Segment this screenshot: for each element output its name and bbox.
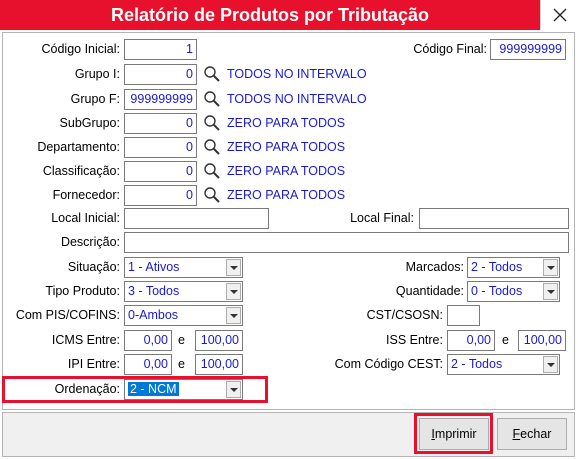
magnifier-icon[interactable] [203, 186, 221, 204]
tipo-produto-value: 3 - Todos [128, 284, 180, 298]
close-icon [553, 8, 566, 22]
grupo-i-label: Grupo I: [74, 67, 120, 81]
subgrupo-input[interactable]: 0 [124, 113, 197, 134]
chevron-down-icon[interactable] [226, 381, 241, 398]
magnifier-icon[interactable] [203, 114, 221, 132]
grupo-i-hint: TODOS NO INTERVALO [227, 67, 367, 81]
magnifier-icon[interactable] [203, 162, 221, 180]
chevron-down-icon[interactable] [543, 259, 558, 276]
grupo-i-input[interactable]: 0 [124, 64, 197, 85]
local-inicial-label: Local Inicial: [51, 211, 120, 225]
codigo-final-input[interactable]: 999999999 [490, 39, 566, 60]
ordenacao-label: Ordenação: [54, 382, 120, 396]
codigo-cest-select[interactable]: 2 - Todos [447, 354, 560, 375]
situacao-select[interactable]: 1 - Ativos [124, 257, 243, 278]
local-final-label: Local Final: [350, 211, 414, 225]
situacao-value: 1 - Ativos [128, 260, 180, 274]
marcados-value: 2 - Todos [471, 260, 523, 274]
marcados-select[interactable]: 2 - Todos [467, 257, 560, 278]
fechar-label: echar [520, 427, 552, 441]
fornecedor-input[interactable]: 0 [124, 185, 197, 206]
imprimir-button[interactable]: Imprimir [419, 418, 489, 450]
pis-cofins-label: Com PIS/COFINS: [15, 308, 120, 322]
pis-cofins-select[interactable]: 0-Ambos [124, 305, 243, 326]
close-button[interactable] [540, 0, 578, 30]
magnifier-icon[interactable] [203, 90, 221, 108]
codigo-cest-label: Com Código CEST: [334, 357, 443, 371]
icms-sep: e [178, 333, 185, 347]
chevron-down-icon[interactable] [543, 356, 558, 373]
fechar-button[interactable]: Fechar [497, 418, 567, 450]
tipo-produto-select[interactable]: 3 - Todos [124, 281, 243, 302]
iss-from-input[interactable]: 0,00 [447, 330, 495, 351]
grupo-f-input[interactable]: 999999999 [124, 89, 197, 110]
fornecedor-hint: ZERO PARA TODOS [227, 188, 346, 202]
button-bar [2, 412, 575, 457]
grupo-f-hint: TODOS NO INTERVALO [227, 92, 367, 106]
codigo-inicial-input[interactable]: 1 [124, 39, 197, 60]
fechar-mnemonic: F [512, 427, 521, 441]
classificacao-input[interactable]: 0 [124, 161, 197, 182]
local-inicial-input[interactable] [124, 208, 269, 229]
codigo-final-label: Código Final: [413, 42, 487, 56]
imprimir-label: mprimir [434, 427, 477, 441]
descricao-label: Descrição: [60, 235, 120, 249]
departamento-label: Departamento: [37, 140, 120, 154]
ipi-to-input[interactable]: 100,00 [195, 354, 243, 375]
grupo-f-label: Grupo F: [70, 92, 120, 106]
magnifier-icon[interactable] [203, 65, 221, 83]
descricao-input[interactable] [124, 232, 569, 253]
subgrupo-label: SubGrupo: [59, 116, 120, 130]
classificacao-hint: ZERO PARA TODOS [227, 164, 346, 178]
chevron-down-icon[interactable] [543, 283, 558, 300]
pis-cofins-value: 0-Ambos [128, 308, 179, 322]
codigo-cest-value: 2 - Todos [451, 357, 503, 371]
subgrupo-hint: ZERO PARA TODOS [227, 116, 346, 130]
chevron-down-icon[interactable] [226, 283, 241, 300]
iss-to-input[interactable]: 100,00 [518, 330, 566, 351]
window-title: Relatório de Produtos por Tributação [0, 0, 540, 30]
quantidade-select[interactable]: 0 - Todos [467, 281, 560, 302]
iss-sep: e [502, 333, 509, 347]
fornecedor-label: Fornecedor: [52, 188, 120, 202]
quantidade-label: Quantidade: [395, 284, 464, 298]
chevron-down-icon[interactable] [226, 307, 241, 324]
marcados-label: Marcados: [405, 260, 464, 274]
ipi-entre-label: IPI Entre: [67, 357, 120, 371]
cst-csosn-input[interactable] [447, 305, 480, 326]
classificacao-label: Classificação: [42, 164, 120, 178]
situacao-label: Situação: [67, 260, 120, 274]
quantidade-value: 0 - Todos [471, 284, 523, 298]
title-bar: Relatório de Produtos por Tributação [0, 0, 578, 30]
iss-entre-label: ISS Entre: [386, 333, 443, 347]
icms-from-input[interactable]: 0,00 [124, 330, 172, 351]
ordenacao-select[interactable]: 2 - NCM [124, 379, 243, 400]
chevron-down-icon[interactable] [226, 259, 241, 276]
ordenacao-value: 2 - NCM [128, 382, 179, 396]
icms-to-input[interactable]: 100,00 [195, 330, 243, 351]
magnifier-icon[interactable] [203, 138, 221, 156]
ipi-sep: e [178, 357, 185, 371]
icms-entre-label: ICMS Entre: [51, 333, 120, 347]
departamento-hint: ZERO PARA TODOS [227, 140, 346, 154]
ipi-from-input[interactable]: 0,00 [124, 354, 172, 375]
departamento-input[interactable]: 0 [124, 137, 197, 158]
local-final-input[interactable] [419, 208, 569, 229]
codigo-inicial-label: Código Inicial: [41, 42, 120, 56]
tipo-produto-label: Tipo Produto: [45, 284, 120, 298]
cst-csosn-label: CST/CSOSN: [366, 308, 443, 322]
